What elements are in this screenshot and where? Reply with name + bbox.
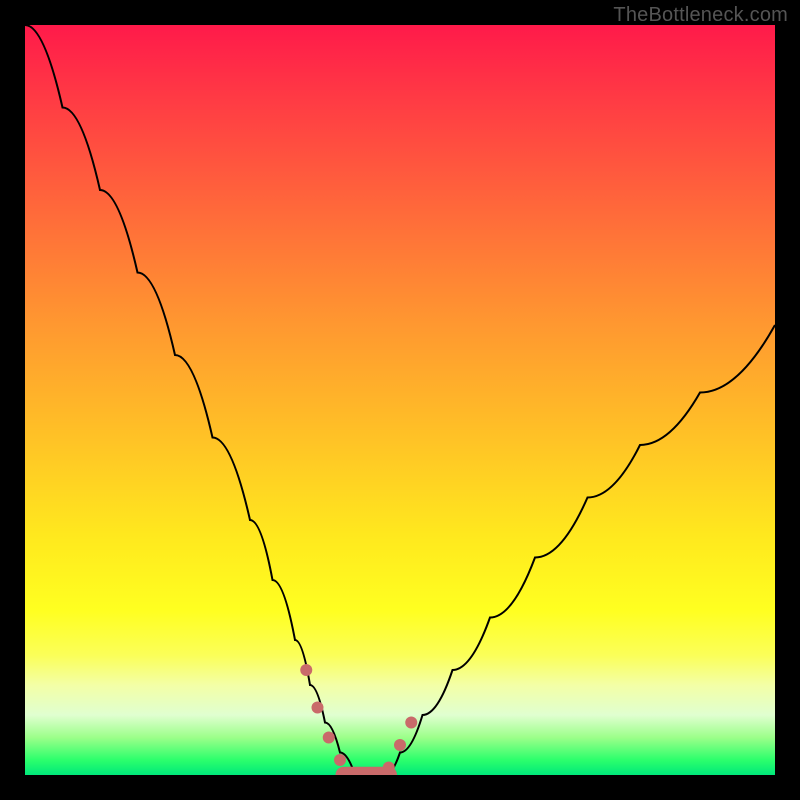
marker-dot <box>312 702 324 714</box>
chart-container: TheBottleneck.com <box>0 0 800 800</box>
marker-dot <box>323 732 335 744</box>
marker-dot <box>405 717 417 729</box>
chart-svg-layer <box>25 25 775 775</box>
watermark-text: TheBottleneck.com <box>613 4 788 27</box>
marker-group <box>300 664 417 775</box>
plot-area <box>25 25 775 775</box>
bottleneck-curve <box>25 25 775 775</box>
marker-dot <box>334 754 346 766</box>
marker-dot <box>394 739 406 751</box>
marker-dot <box>300 664 312 676</box>
marker-dot <box>383 762 395 774</box>
